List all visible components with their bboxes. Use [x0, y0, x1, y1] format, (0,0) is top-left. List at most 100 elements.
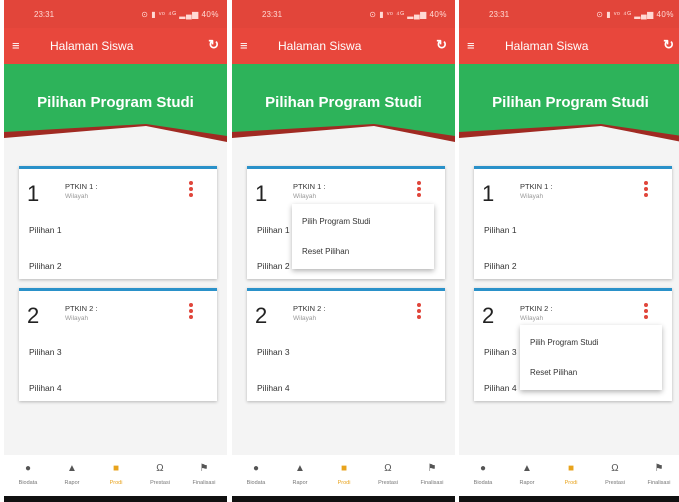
page-banner: Pilihan Program Studi	[4, 64, 227, 144]
bottom-nav: ● Biodata ▲ Rapor ■ Prodi Ω Prestasi ⚑ F…	[232, 455, 455, 502]
card-ptkin-label: PTKIN 1 :	[65, 182, 98, 191]
system-nav-bar	[459, 496, 679, 502]
more-vert-icon[interactable]	[189, 181, 195, 199]
card-number: 2	[482, 303, 495, 328]
phone-screen-2: 23:31 ⊙ ▮ ᵛᵒ ⁴ᴳ ▂▄▆ 40% ≡ Halaman Siswa …	[232, 0, 455, 502]
nav-item-prestasi[interactable]: Ω Prestasi	[368, 463, 408, 486]
pilihan-item[interactable]: Pilihan 3	[257, 347, 290, 357]
page-banner: Pilihan Program Studi	[232, 64, 455, 144]
status-icons: ⊙ ▮ ᵛᵒ ⁴ᴳ ▂▄▆ 40%	[596, 10, 674, 19]
status-icons: ⊙ ▮ ᵛᵒ ⁴ᴳ ▂▄▆ 40%	[369, 10, 447, 19]
card-ptkin-label: PTKIN 1 :	[293, 182, 326, 191]
pilihan-item[interactable]: Pilihan 3	[29, 347, 62, 357]
more-vert-icon[interactable]	[644, 303, 650, 321]
refresh-icon[interactable]: ↻	[208, 37, 219, 53]
trophy-icon: Ω	[611, 463, 619, 474]
system-nav-bar	[232, 496, 455, 502]
graduation-cap-icon: ▲	[522, 463, 532, 474]
pilihan-item[interactable]: Pilihan 4	[257, 383, 290, 393]
nav-item-prestasi[interactable]: Ω Prestasi	[140, 463, 180, 486]
person-icon: ●	[479, 463, 487, 474]
menu-item-reset-pilihan[interactable]: Reset Pilihan	[530, 368, 577, 377]
refresh-icon[interactable]: ↻	[436, 37, 447, 53]
page-title: Pilihan Program Studi	[265, 94, 422, 111]
flag-icon: ⚑	[199, 463, 209, 474]
page-title: Pilihan Program Studi	[37, 94, 194, 111]
card-wilayah-label: Wilayah	[520, 193, 544, 200]
more-vert-icon[interactable]	[644, 181, 650, 199]
pilihan-item[interactable]: Pilihan 2	[29, 261, 62, 271]
nav-item-biodata[interactable]: ● Biodata	[463, 463, 503, 486]
page-title: Pilihan Program Studi	[492, 94, 649, 111]
folder-icon: ■	[567, 463, 575, 474]
graduation-cap-icon: ▲	[67, 463, 77, 474]
pilihan-item[interactable]: Pilihan 2	[484, 261, 517, 271]
ptkin-card-1: 1 PTKIN 1 : Wilayah Pilihan 1 Pilihan 2	[19, 166, 217, 279]
person-icon: ●	[24, 463, 32, 474]
more-vert-icon[interactable]	[189, 303, 195, 321]
menu-item-pilih-program-studi[interactable]: Pilih Program Studi	[530, 338, 598, 347]
nav-item-prodi[interactable]: ■ Prodi	[324, 463, 364, 486]
card-wilayah-label: Wilayah	[65, 193, 89, 200]
nav-item-rapor[interactable]: ▲ Rapor	[52, 463, 92, 486]
app-bar: ≡ Halaman Siswa ↻	[459, 28, 679, 64]
pilihan-item[interactable]: Pilihan 1	[257, 225, 290, 235]
nav-item-finalisasi[interactable]: ⚑ Finalisasi	[412, 463, 452, 486]
card-wilayah-label: Wilayah	[293, 193, 317, 200]
nav-item-finalisasi[interactable]: ⚑ Finalisasi	[639, 463, 679, 486]
menu-item-reset-pilihan[interactable]: Reset Pilihan	[302, 247, 349, 256]
status-bar: 23:31 ⊙ ▮ ᵛᵒ ⁴ᴳ ▂▄▆ 40%	[232, 0, 455, 28]
hamburger-menu-icon[interactable]: ≡	[12, 38, 20, 53]
refresh-icon[interactable]: ↻	[663, 37, 674, 53]
status-bar: 23:31 ⊙ ▮ ᵛᵒ ⁴ᴳ ▂▄▆ 40%	[4, 0, 227, 28]
pilihan-item[interactable]: Pilihan 4	[29, 383, 62, 393]
card-number: 1	[482, 181, 495, 206]
nav-item-prodi[interactable]: ■ Prodi	[551, 463, 591, 486]
bottom-nav: ● Biodata ▲ Rapor ■ Prodi Ω Prestasi ⚑ F…	[4, 455, 227, 502]
nav-item-biodata[interactable]: ● Biodata	[8, 463, 48, 486]
pilihan-item[interactable]: Pilihan 1	[484, 225, 517, 235]
phone-screen-1: 23:31 ⊙ ▮ ᵛᵒ ⁴ᴳ ▂▄▆ 40% ≡ Halaman Siswa …	[4, 0, 227, 502]
card-ptkin-label: PTKIN 2 :	[293, 304, 326, 313]
nav-item-prodi[interactable]: ■ Prodi	[96, 463, 136, 486]
card-wilayah-label: Wilayah	[65, 315, 89, 322]
nav-item-rapor[interactable]: ▲ Rapor	[280, 463, 320, 486]
pilihan-item[interactable]: Pilihan 1	[29, 225, 62, 235]
ptkin-card-2: 2 PTKIN 2 : Wilayah Pilihan 3 Pilihan 4	[19, 288, 217, 401]
graduation-cap-icon: ▲	[295, 463, 305, 474]
status-bar: 23:31 ⊙ ▮ ᵛᵒ ⁴ᴳ ▂▄▆ 40%	[459, 0, 679, 28]
pilihan-item[interactable]: Pilihan 2	[257, 261, 290, 271]
folder-icon: ■	[340, 463, 348, 474]
card-wilayah-label: Wilayah	[520, 315, 544, 322]
hamburger-menu-icon[interactable]: ≡	[240, 38, 248, 53]
nav-item-rapor[interactable]: ▲ Rapor	[507, 463, 547, 486]
nav-item-biodata[interactable]: ● Biodata	[236, 463, 276, 486]
bottom-nav: ● Biodata ▲ Rapor ■ Prodi Ω Prestasi ⚑ F…	[459, 455, 679, 502]
pilihan-item[interactable]: Pilihan 4	[484, 383, 517, 393]
pilihan-item[interactable]: Pilihan 3	[484, 347, 517, 357]
phone-screen-3: 23:31 ⊙ ▮ ᵛᵒ ⁴ᴳ ▂▄▆ 40% ≡ Halaman Siswa …	[459, 0, 679, 502]
nav-item-prestasi[interactable]: Ω Prestasi	[595, 463, 635, 486]
status-time: 23:31	[262, 10, 283, 19]
popup-menu: Pilih Program Studi Reset Pilihan	[292, 204, 434, 269]
nav-item-finalisasi[interactable]: ⚑ Finalisasi	[184, 463, 224, 486]
folder-icon: ■	[112, 463, 120, 474]
popup-menu: Pilih Program Studi Reset Pilihan	[520, 325, 662, 390]
page-banner: Pilihan Program Studi	[459, 64, 679, 144]
status-icons: ⊙ ▮ ᵛᵒ ⁴ᴳ ▂▄▆ 40%	[141, 10, 219, 19]
card-ptkin-label: PTKIN 1 :	[520, 182, 553, 191]
card-wilayah-label: Wilayah	[293, 315, 317, 322]
flag-icon: ⚑	[427, 463, 437, 474]
status-time: 23:31	[489, 10, 510, 19]
flag-icon: ⚑	[654, 463, 664, 474]
menu-item-pilih-program-studi[interactable]: Pilih Program Studi	[302, 217, 370, 226]
card-ptkin-label: PTKIN 2 :	[65, 304, 98, 313]
more-vert-icon[interactable]	[417, 181, 423, 199]
more-vert-icon[interactable]	[417, 303, 423, 321]
card-ptkin-label: PTKIN 2 :	[520, 304, 553, 313]
card-number: 2	[255, 303, 268, 328]
ptkin-card-2: 2 PTKIN 2 : Wilayah Pilihan 3 Pilihan 4	[247, 288, 445, 401]
app-bar-title: Halaman Siswa	[50, 39, 134, 53]
card-number: 2	[27, 303, 40, 328]
hamburger-menu-icon[interactable]: ≡	[467, 38, 475, 53]
